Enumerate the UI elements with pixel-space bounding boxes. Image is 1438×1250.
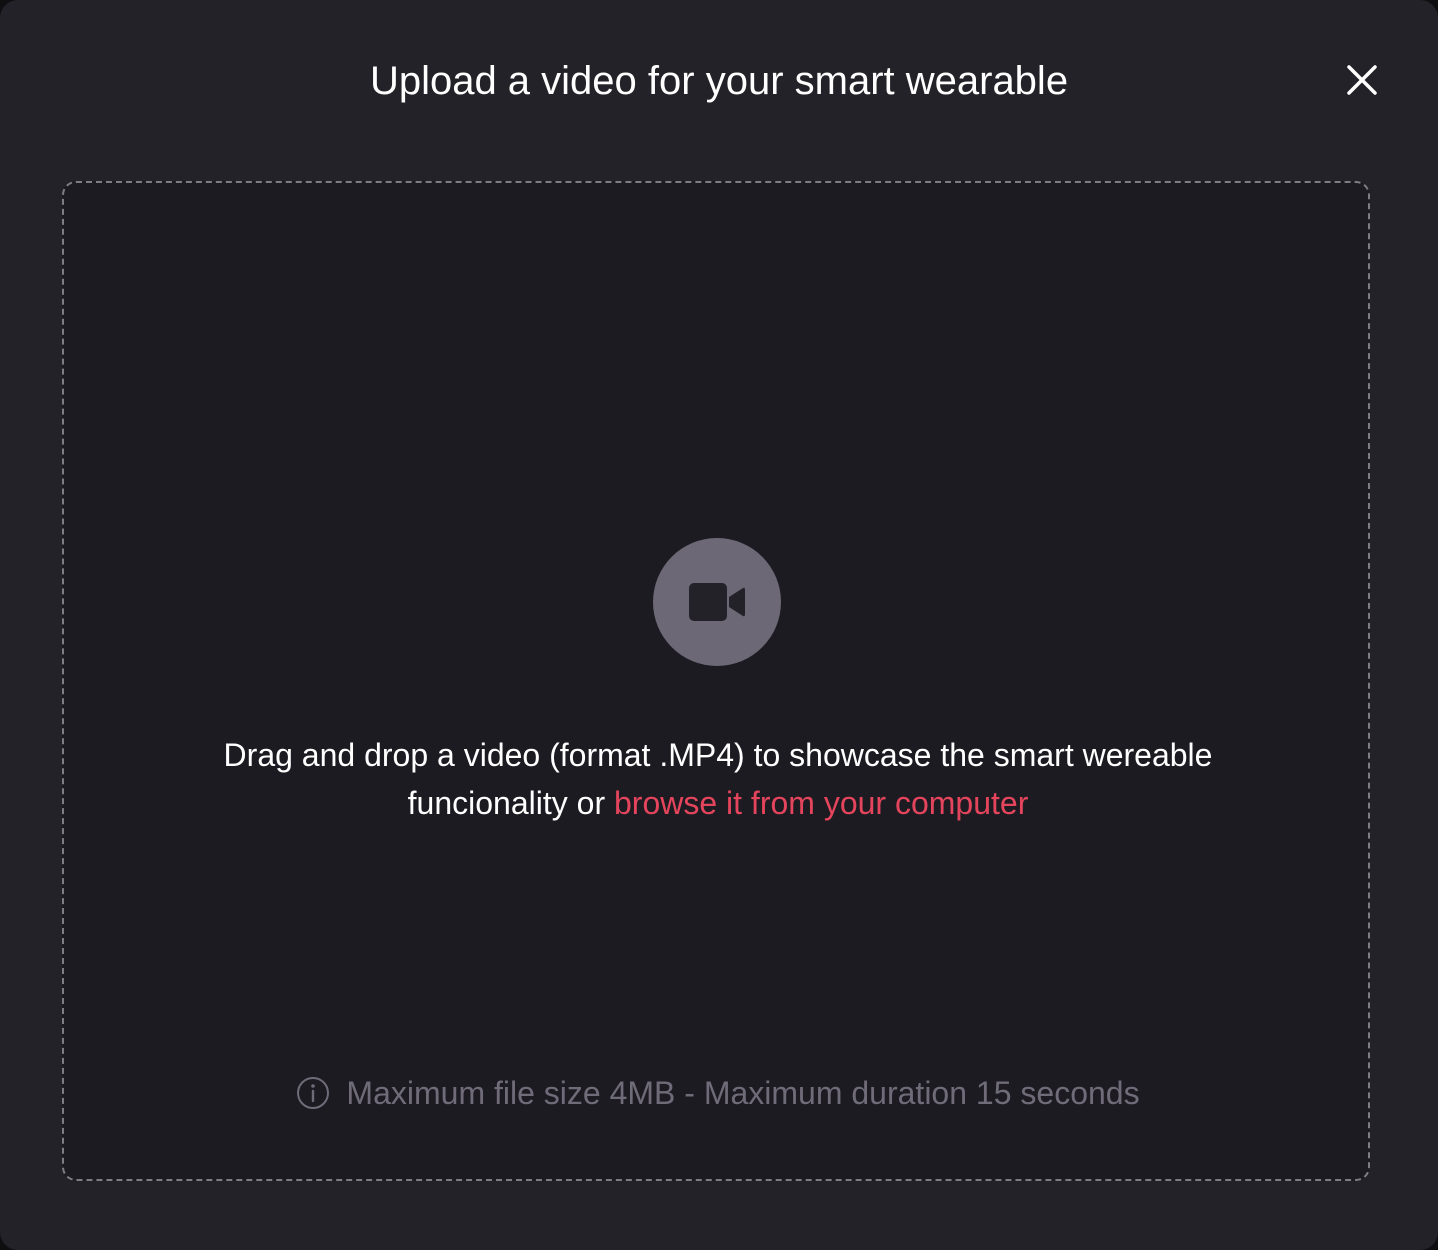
upload-video-modal: Upload a video for your smart wearable D… [0,0,1438,1250]
modal-title: Upload a video for your smart wearable [369,59,1069,103]
info-icon [296,1076,330,1110]
browse-link[interactable]: browse it from your computer [614,785,1028,821]
video-camera-icon [689,583,745,621]
upload-limits: Maximum file size 4MB - Maximum duration… [64,1071,1372,1115]
limits-text: Maximum file size 4MB - Maximum duration… [346,1075,1140,1111]
upload-instructions: Drag and drop a video (format .MP4) to s… [218,731,1218,827]
video-icon-badge [653,538,781,666]
video-dropzone[interactable]: Drag and drop a video (format .MP4) to s… [62,181,1370,1181]
close-icon [1347,65,1377,95]
close-button[interactable] [1338,56,1386,104]
